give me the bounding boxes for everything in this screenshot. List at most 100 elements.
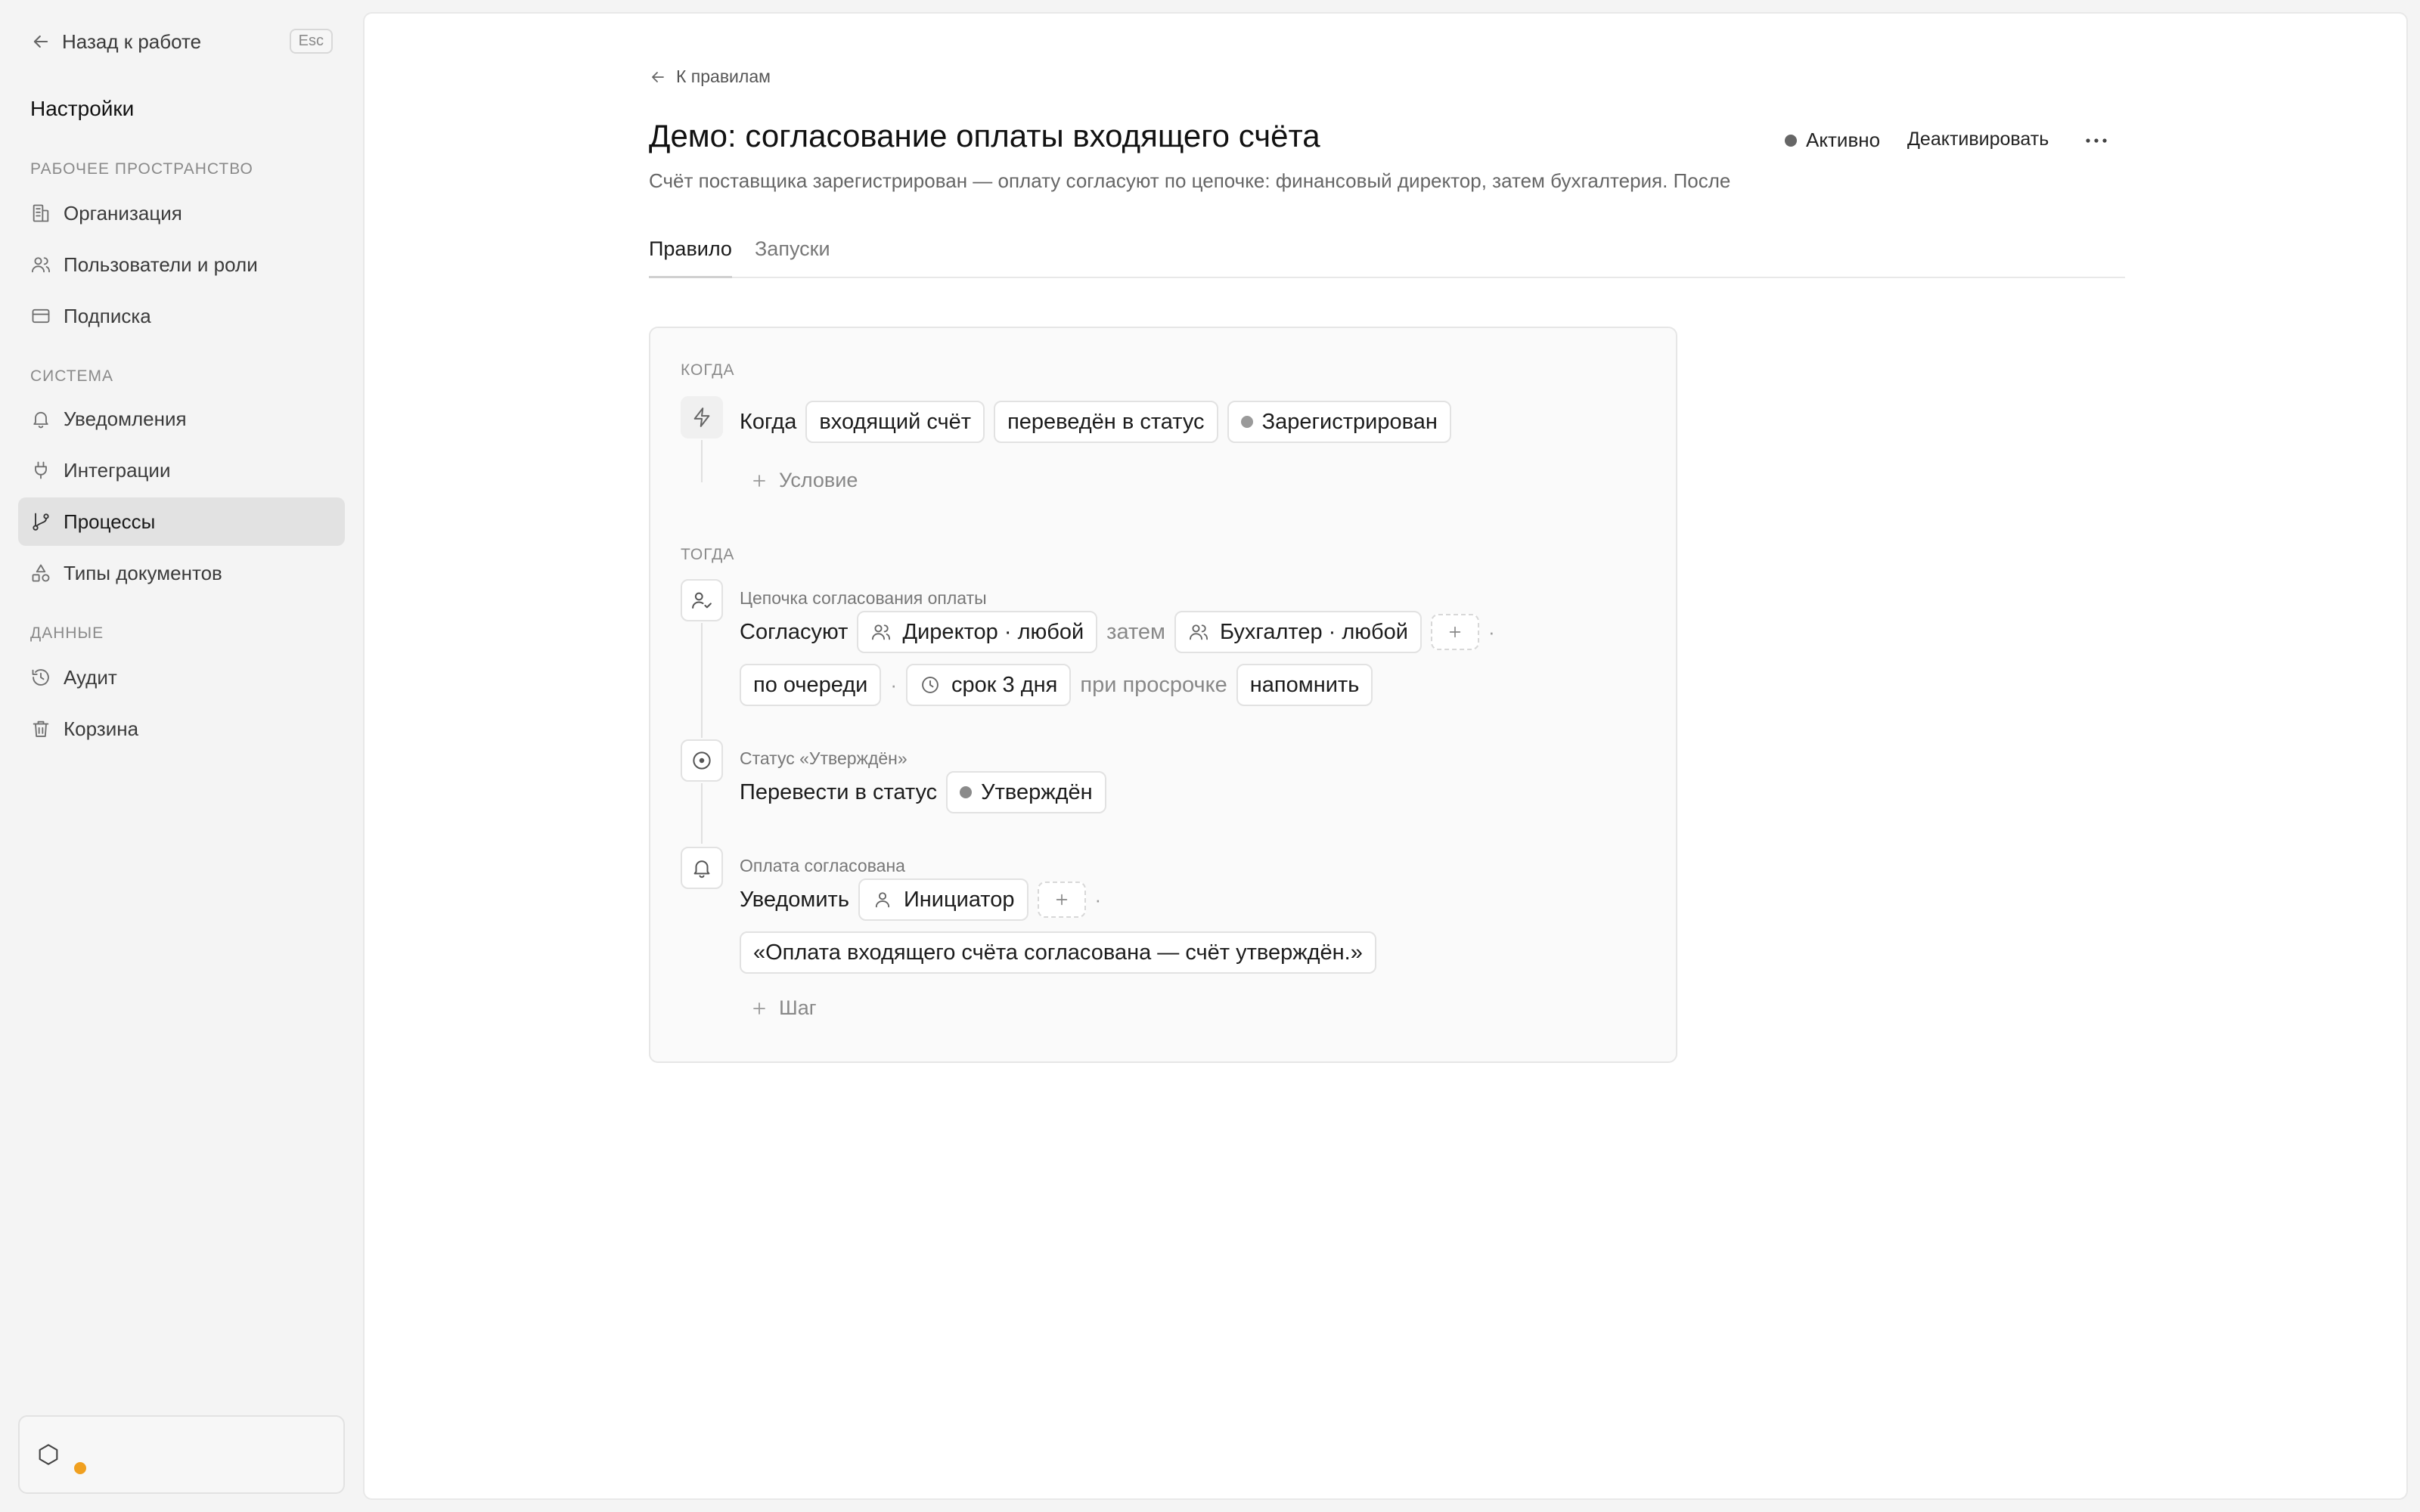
status-badge: Активно xyxy=(1785,129,1880,152)
timeline-connector xyxy=(701,623,703,738)
add-step-label: Шаг xyxy=(779,996,817,1019)
git-branch-icon xyxy=(33,513,49,531)
message-chip[interactable]: «Оплата входящего счёта согласована — сч… xyxy=(740,931,1376,974)
recipient-label: Инициатор xyxy=(903,887,1015,912)
tab-runs[interactable]: Запуски xyxy=(755,237,830,278)
hexagon-icon xyxy=(39,1444,58,1465)
plus-icon xyxy=(1449,626,1461,638)
breadcrumb-label: К правилам xyxy=(676,67,771,86)
arrow-left-icon xyxy=(33,35,48,48)
sidebar-item-users-roles[interactable]: Пользователи и роли xyxy=(18,240,345,289)
sidebar-item-label: Корзина xyxy=(64,717,139,740)
separator-dot: · xyxy=(890,673,898,696)
trigger-step-icon xyxy=(681,396,723,438)
sidebar-item-audit[interactable]: Аудит xyxy=(18,653,345,702)
add-condition-label: Условие xyxy=(779,469,858,491)
approver-1-chip[interactable]: Директор · любой xyxy=(857,611,1098,653)
trash-icon xyxy=(33,720,49,737)
sidebar-item-processes[interactable]: Процессы xyxy=(18,497,345,546)
status-dot xyxy=(1785,134,1797,147)
tab-rule[interactable]: Правило xyxy=(649,237,732,278)
plus-icon xyxy=(753,1002,765,1015)
status-change-row: Перевести в статус Утверждён xyxy=(740,771,1115,813)
credit-card-icon xyxy=(32,308,50,324)
circle-dot-icon xyxy=(693,751,711,770)
notify-step-caption: Оплата согласована xyxy=(740,856,905,875)
add-recipient-button[interactable] xyxy=(1037,881,1086,918)
arrow-left-icon xyxy=(652,71,664,82)
notify-step-icon xyxy=(681,847,723,889)
sidebar-item-label: Уведомления xyxy=(64,407,187,430)
timeline-connector xyxy=(701,440,703,482)
bell-icon xyxy=(33,411,48,429)
workspace-switcher[interactable] xyxy=(18,1415,345,1494)
notify-verb: Уведомить xyxy=(740,887,849,912)
users-icon xyxy=(1189,624,1208,640)
deadline-chip[interactable]: срок 3 дня xyxy=(906,664,1072,706)
approval-verb: Согласуют xyxy=(740,619,849,644)
order-chip[interactable]: по очереди xyxy=(740,664,882,706)
overdue-word: при просрочке xyxy=(1080,672,1227,697)
users-icon xyxy=(872,624,891,640)
more-actions-button[interactable] xyxy=(2081,129,2111,153)
history-icon xyxy=(32,669,49,686)
back-to-rules-link[interactable]: К правилам xyxy=(649,67,771,87)
sidebar-item-integrations[interactable]: Интеграции xyxy=(18,446,345,494)
separator-dot: · xyxy=(1488,620,1495,643)
back-to-work-link[interactable]: Назад к работе Esc xyxy=(30,26,333,57)
status-step-caption: Статус «Утверждён» xyxy=(740,748,908,768)
shapes-icon xyxy=(32,564,50,582)
trigger-row: Когда входящий счёт переведён в статус З… xyxy=(740,401,1460,443)
add-step-button[interactable]: Шаг xyxy=(750,996,817,1020)
sidebar-item-subscription[interactable]: Подписка xyxy=(18,292,345,340)
trigger-event-chip[interactable]: переведён в статус xyxy=(994,401,1218,443)
sidebar-item-document-types[interactable]: Типы документов xyxy=(18,549,345,597)
trigger-entity-chip[interactable]: входящий счёт xyxy=(805,401,985,443)
page-title: Демо: согласование оплаты входящего счёт… xyxy=(649,118,1320,153)
zap-icon xyxy=(693,407,710,427)
status-indicator-dot xyxy=(74,1462,86,1474)
when-section-label: КОГДА xyxy=(681,361,735,379)
user-icon xyxy=(875,892,890,908)
settings-sidebar: Назад к работе Esc Настройки РАБОЧЕЕ ПРО… xyxy=(0,0,361,1512)
notify-row: Уведомить Инициатор · xyxy=(740,878,1110,921)
recipient-chip[interactable]: Инициатор xyxy=(858,878,1028,921)
add-condition-button[interactable]: Условие xyxy=(750,469,858,492)
status-color-dot xyxy=(960,786,973,798)
sidebar-item-trash[interactable]: Корзина xyxy=(18,705,345,753)
approval-row: Согласуют Директор · любой затем Бухгалт… xyxy=(740,611,1504,653)
rule-card: КОГДА Когда входящий счёт переведён в ст… xyxy=(649,327,1677,1063)
building-icon xyxy=(33,204,49,222)
section-label-system: СИСТЕМА xyxy=(30,367,114,385)
status-label: Активно xyxy=(1806,129,1881,151)
more-horizontal-icon xyxy=(2086,138,2107,143)
target-status-label: Утверждён xyxy=(981,779,1093,804)
trigger-status-label: Зарегистрирован xyxy=(1261,409,1438,434)
sidebar-item-label: Пользователи и роли xyxy=(64,253,258,276)
trigger-word: Когда xyxy=(740,409,797,434)
approval-options-row: по очереди · срок 3 дня при просрочке на… xyxy=(740,664,1382,706)
plug-icon xyxy=(35,461,47,479)
esc-shortcut-badge: Esc xyxy=(289,29,333,54)
status-color-dot xyxy=(1240,416,1253,428)
sidebar-item-label: Типы документов xyxy=(64,561,222,584)
user-check-icon xyxy=(692,592,712,609)
approver-1-label: Директор · любой xyxy=(902,619,1084,644)
plus-icon xyxy=(753,474,765,487)
sidebar-item-label: Аудит xyxy=(64,665,117,689)
then-section-label: ТОГДА xyxy=(681,546,735,563)
bell-icon xyxy=(693,860,710,878)
add-approver-button[interactable] xyxy=(1430,614,1479,650)
deactivate-button[interactable]: Деактивировать xyxy=(1907,129,2049,150)
timeline-connector xyxy=(701,783,703,844)
sidebar-item-organization[interactable]: Организация xyxy=(18,189,345,237)
trigger-status-chip[interactable]: Зарегистрирован xyxy=(1227,401,1451,443)
approver-2-chip[interactable]: Бухгалтер · любой xyxy=(1174,611,1422,653)
overdue-action-chip[interactable]: напомнить xyxy=(1236,664,1373,706)
sidebar-item-notifications[interactable]: Уведомления xyxy=(18,395,345,443)
clock-icon xyxy=(922,677,939,693)
users-icon xyxy=(31,257,51,273)
separator-dot: · xyxy=(1094,888,1102,911)
tab-bar: Правило Запуски xyxy=(649,237,2125,278)
target-status-chip[interactable]: Утверждён xyxy=(946,771,1106,813)
